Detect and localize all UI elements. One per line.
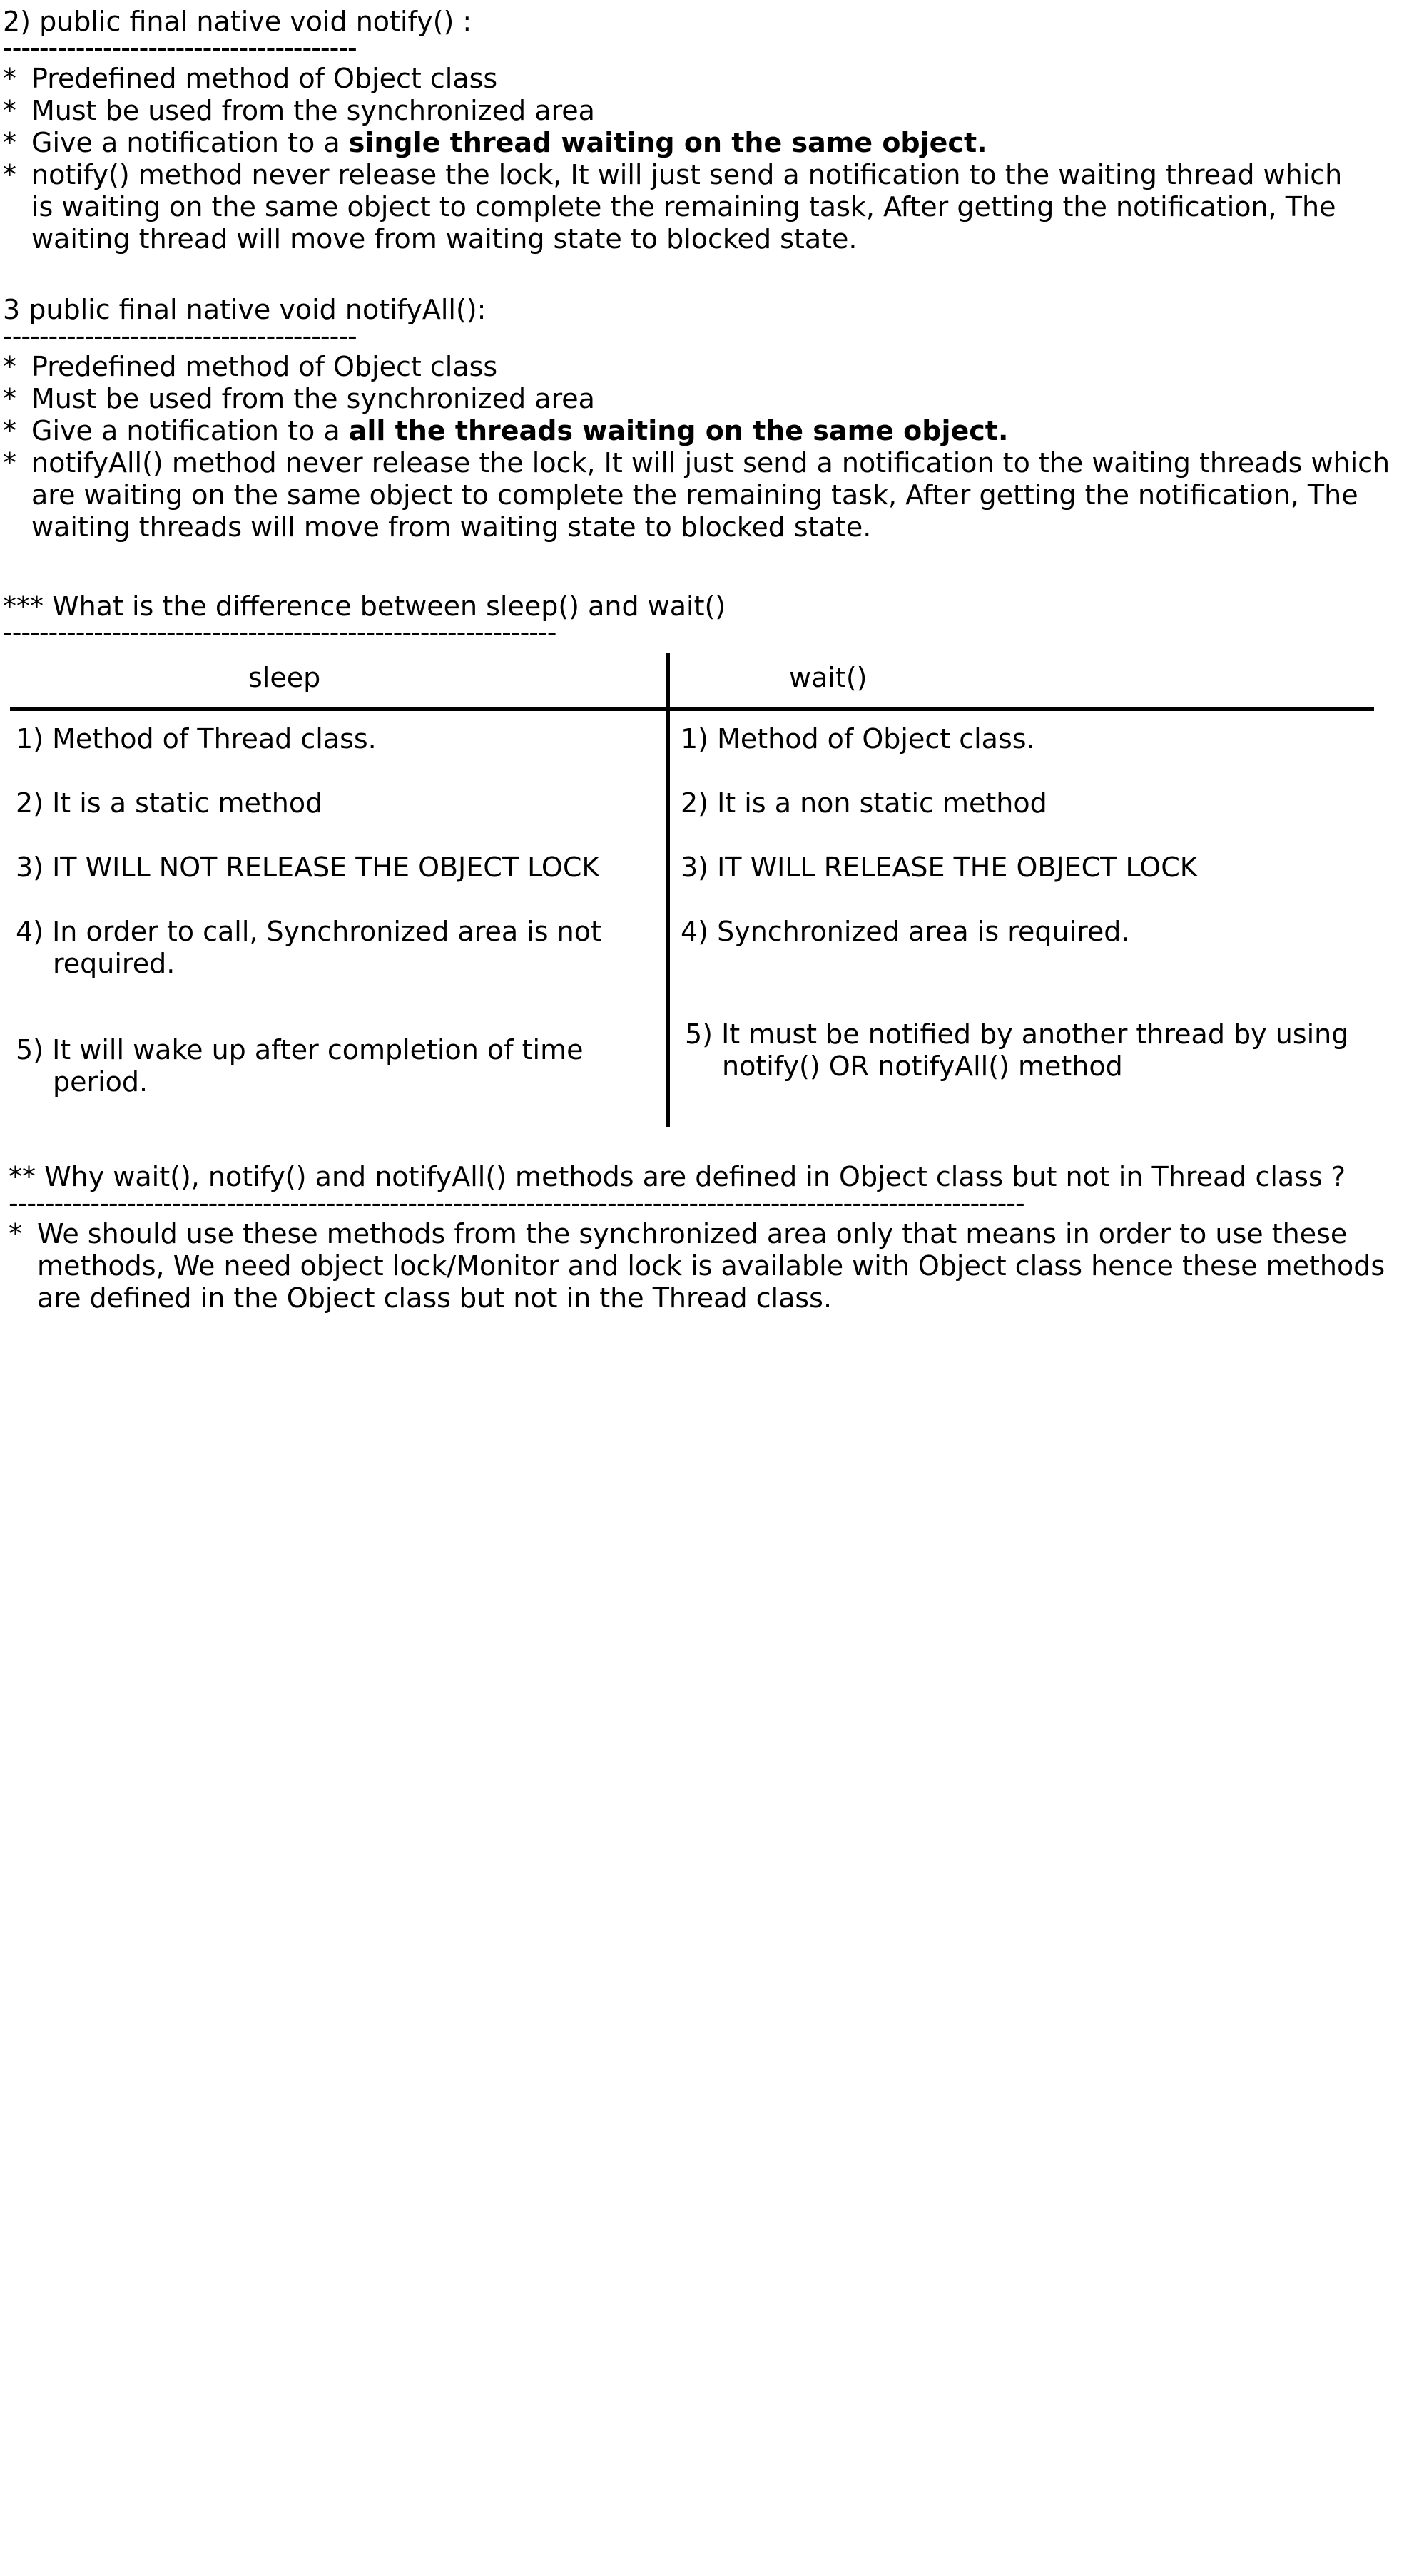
bullet-text: notify() method never release the lock, … [31, 159, 1342, 255]
bullet-text: Give a notification to a single thread w… [31, 127, 987, 159]
cell-line: 5) It will wake up after completion of t… [16, 1034, 584, 1065]
table-cell-sleep-4: 4) In order to call, Synchronized area i… [16, 916, 601, 980]
cell-line: 1) Method of Thread class. [16, 723, 377, 755]
why-section: ** Why wait(), notify() and notifyAll() … [9, 1161, 1385, 1314]
cell-line: 4) Synchronized area is required. [681, 916, 1130, 947]
table-header-sleep: sleep [248, 662, 321, 693]
cell-line: 2) It is a non static method [681, 787, 1047, 819]
bullet-star: * [3, 447, 16, 479]
difference-section: *** What is the difference between sleep… [3, 591, 726, 649]
notifyall-bullet-1: * Predefined method of Object class [3, 351, 497, 383]
table-cell-sleep-2: 2) It is a static method [16, 787, 322, 819]
cell-line: 5) It must be notified by another thread… [685, 1018, 1349, 1050]
bullet-line: methods, We need object lock/Monitor and… [37, 1250, 1385, 1282]
bullet-line: waiting thread will move from waiting st… [31, 223, 858, 255]
bullet-prefix: Give a notification to a [31, 127, 349, 158]
cell-line: 3) IT WILL NOT RELEASE THE OBJECT LOCK [16, 852, 600, 883]
table-header-rule [10, 707, 1374, 711]
bullet-text: Must be used from the synchronized area [31, 95, 595, 126]
table-cell-sleep-1: 1) Method of Thread class. [16, 723, 377, 755]
cell-line: period. [53, 1066, 148, 1098]
table-cell-sleep-3: 3) IT WILL NOT RELEASE THE OBJECT LOCK [16, 852, 599, 884]
bullet-line: notifyAll() method never release the loc… [31, 447, 1390, 479]
bullet-text: Must be used from the synchronized area [31, 383, 595, 414]
why-bullet: * We should use these methods from the s… [9, 1218, 1385, 1314]
notifyall-section: 3 public final native void notifyAll(): … [3, 294, 1390, 543]
bullet-star: * [3, 63, 16, 94]
notify-bullet-3: * Give a notification to a single thread… [3, 127, 987, 159]
notifyall-bullet-3: * Give a notification to a all the threa… [3, 415, 1008, 447]
bullet-bold: single thread waiting on the same object… [348, 127, 987, 158]
bullet-prefix: Give a notification to a [31, 415, 349, 446]
table-cell-wait-2: 2) It is a non static method [681, 787, 1047, 819]
bullet-text: We should use these methods from the syn… [37, 1218, 1385, 1314]
bullet-star: * [3, 127, 16, 158]
cell-line: notify() OR notifyAll() method [722, 1051, 1123, 1082]
bullet-line: notify() method never release the lock, … [31, 159, 1343, 190]
table-cell-wait-3: 3) IT WILL RELEASE THE OBJECT LOCK [681, 852, 1198, 884]
notify-bullet-1: * Predefined method of Object class [3, 63, 497, 95]
bullet-line: We should use these methods from the syn… [37, 1218, 1348, 1249]
bullet-line: are defined in the Object class but not … [37, 1282, 833, 1314]
document-page: 2) public final native void notify() : -… [0, 0, 1424, 2576]
notifyall-bullet-2: * Must be used from the synchronized are… [3, 383, 595, 415]
bullet-text: Predefined method of Object class [31, 63, 498, 94]
bullet-line: is waiting on the same object to complet… [31, 191, 1336, 223]
bullet-star: * [3, 351, 16, 382]
table-cell-wait-1: 1) Method of Object class. [681, 723, 1035, 755]
bullet-star: * [3, 383, 16, 414]
bullet-bold: all the threads waiting on the same obje… [348, 415, 1009, 446]
table-header-wait: wait() [789, 662, 868, 693]
cell-line: 1) Method of Object class. [681, 723, 1035, 755]
notify-bullet-2: * Must be used from the synchronized are… [3, 95, 595, 127]
bullet-text: notifyAll() method never release the loc… [31, 447, 1390, 543]
bullet-star: * [9, 1218, 22, 1249]
bullet-star: * [3, 415, 16, 446]
cell-line: 3) IT WILL RELEASE THE OBJECT LOCK [681, 852, 1198, 883]
notifyall-bullet-4: * notifyAll() method never release the l… [3, 447, 1390, 543]
table-cell-wait-4: 4) Synchronized area is required. [681, 916, 1130, 948]
bullet-line: are waiting on the same object to comple… [31, 479, 1358, 511]
table-column-divider [666, 653, 670, 1127]
cell-line: 2) It is a static method [16, 787, 323, 819]
notify-section: 2) public final native void notify() : -… [3, 6, 1342, 255]
bullet-star: * [3, 95, 16, 126]
cell-line: 4) In order to call, Synchronized area i… [16, 916, 601, 947]
bullet-star: * [3, 159, 16, 190]
table-cell-wait-5: 5) It must be notified by another thread… [685, 1018, 1348, 1083]
bullet-text: Give a notification to a all the threads… [31, 415, 1008, 447]
bullet-line: waiting threads will move from waiting s… [31, 511, 872, 543]
bullet-text: Predefined method of Object class [31, 351, 498, 382]
notify-bullet-4: * notify() method never release the lock… [3, 159, 1342, 255]
table-cell-sleep-5: 5) It will wake up after completion of t… [16, 1034, 583, 1098]
cell-line: required. [53, 948, 176, 979]
